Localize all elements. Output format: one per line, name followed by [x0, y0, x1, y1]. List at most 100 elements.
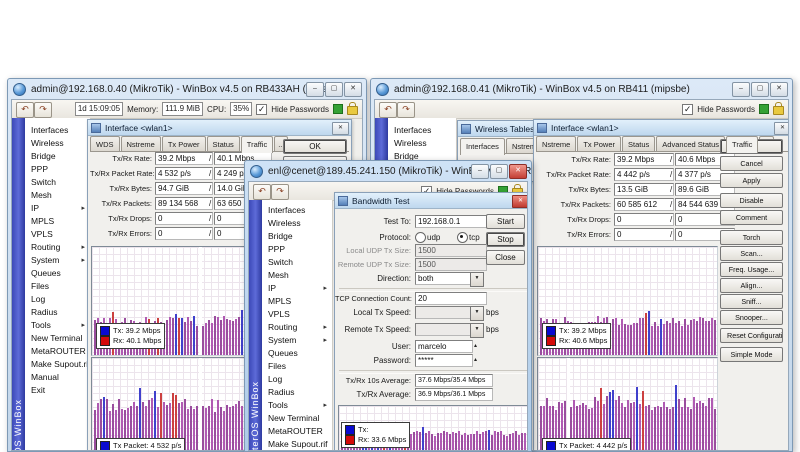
sidebar-item-log[interactable]: Log	[25, 293, 90, 306]
maximize-icon[interactable]: ▢	[325, 82, 343, 97]
sidebar-item-log[interactable]: Log	[262, 373, 332, 386]
sidebar-item-wireless[interactable]: Wireless	[25, 137, 90, 150]
tab-traffic[interactable]: Traffic	[726, 136, 758, 153]
sidebar-item-radius[interactable]: Radius	[25, 306, 90, 319]
cancel-button[interactable]: Cancel	[720, 156, 783, 171]
undo-icon[interactable]: ↶	[16, 102, 34, 118]
minimize-icon[interactable]: –	[306, 82, 324, 97]
torch-button[interactable]: Torch	[720, 230, 783, 245]
undo-icon[interactable]: ↶	[379, 102, 397, 118]
sidebar-item-metarouter[interactable]: MetaROUTER	[262, 425, 332, 438]
stop-button[interactable]: Stop	[486, 232, 525, 247]
sidebar-item-system[interactable]: System▸	[262, 334, 332, 347]
sidebar-item-make-supout-rif[interactable]: Make Supout.rif	[25, 358, 90, 371]
minimize-icon[interactable]: –	[732, 82, 750, 97]
maximize-icon[interactable]: ▢	[751, 82, 769, 97]
sidebar-item-interfaces[interactable]: Interfaces	[262, 204, 332, 217]
sidebar-item-queues[interactable]: Queues	[262, 347, 332, 360]
tab-interfaces[interactable]: Interfaces	[460, 138, 505, 155]
sidebar-item-new-terminal[interactable]: New Terminal	[262, 412, 332, 425]
sidebar-item-tools[interactable]: Tools▸	[25, 319, 90, 332]
close-icon[interactable]: ✕	[344, 82, 362, 97]
sidebar-item-mpls[interactable]: MPLS	[262, 295, 332, 308]
sidebar-item-interfaces[interactable]: Interfaces	[25, 124, 90, 137]
password-spin-icon[interactable]: ▴	[474, 354, 477, 367]
direction-select[interactable]: both	[415, 272, 473, 285]
titlebar[interactable]: admin@192.168.0.41 (MikroTik) - WinBox v…	[371, 79, 792, 99]
sidebar-item-radius[interactable]: Radius	[262, 386, 332, 399]
sidebar-item-interfaces[interactable]: Interfaces	[388, 124, 456, 137]
close-icon[interactable]: ✕	[509, 164, 527, 179]
dialog-titlebar[interactable]: Interface <wlan1>	[534, 120, 789, 136]
sidebar-item-metarouter[interactable]: MetaROUTER	[25, 345, 90, 358]
sidebar-item-mesh[interactable]: Mesh	[262, 269, 332, 282]
apply-button[interactable]: Apply	[720, 173, 783, 188]
undo-icon[interactable]: ↶	[253, 184, 271, 200]
tab-nstreme[interactable]: Nstreme	[121, 136, 161, 151]
tcp-connection-count-input[interactable]: 20	[415, 292, 487, 305]
dialog-titlebar[interactable]: Bandwidth Test	[335, 193, 528, 209]
sidebar-item-ppp[interactable]: PPP	[25, 163, 90, 176]
dialog-close-icon[interactable]: ✕	[774, 122, 789, 135]
tab-tx-power[interactable]: Tx Power	[162, 136, 206, 151]
redo-icon[interactable]: ↷	[271, 184, 289, 200]
dialog-close-icon[interactable]: ✕	[512, 195, 528, 208]
sidebar-item-queues[interactable]: Queues	[25, 267, 90, 280]
sidebar-item-new-terminal[interactable]: New Terminal	[25, 332, 90, 345]
sidebar-item-vpls[interactable]: VPLS	[262, 308, 332, 321]
close-button[interactable]: Close	[486, 250, 525, 265]
hide-passwords-checkbox[interactable]: ✓	[256, 104, 267, 115]
bandwidth-test-dialog[interactable]: Bandwidth Test ✕ Test To: 192.168.0.1 St…	[334, 192, 528, 451]
tab-nstreme[interactable]: Nstreme	[536, 136, 576, 151]
tab-traffic[interactable]: Traffic	[241, 136, 273, 153]
sidebar-item-mesh[interactable]: Mesh	[25, 189, 90, 202]
align--button[interactable]: Align...	[720, 278, 783, 293]
sidebar-item-system[interactable]: System▸	[25, 254, 90, 267]
test-to-input[interactable]: 192.168.0.1	[415, 215, 487, 228]
sidebar-item-switch[interactable]: Switch	[25, 176, 90, 189]
scan--button[interactable]: Scan...	[720, 246, 783, 261]
remote-tx-dropdown-icon[interactable]: ▼	[470, 323, 484, 338]
protocol-udp-radio[interactable]	[415, 232, 426, 243]
tab-status[interactable]: Status	[207, 136, 240, 151]
sidebar-item-ip[interactable]: IP▸	[25, 202, 90, 215]
sidebar-item-routing[interactable]: Routing▸	[25, 241, 90, 254]
dialog-titlebar[interactable]: Interface <wlan1>	[88, 120, 351, 136]
ok-button[interactable]: OK	[283, 139, 347, 154]
sniff--button[interactable]: Sniff...	[720, 294, 783, 309]
sidebar-item-files[interactable]: Files	[262, 360, 332, 373]
local-tx-dropdown-icon[interactable]: ▼	[470, 306, 484, 321]
sidebar-item-vpls[interactable]: VPLS	[25, 228, 90, 241]
comment-button[interactable]: Comment	[720, 210, 783, 225]
sidebar-item-bridge[interactable]: Bridge	[262, 230, 332, 243]
reset-configuration-button[interactable]: Reset Configuration	[720, 328, 783, 343]
close-icon[interactable]: ✕	[770, 82, 788, 97]
sidebar-item-manual[interactable]: Manual	[25, 371, 90, 384]
sidebar-item-files[interactable]: Files	[25, 280, 90, 293]
sidebar-item-make-supout-rif[interactable]: Make Supout.rif	[262, 438, 332, 451]
simple-mode-button[interactable]: Simple Mode	[720, 347, 783, 362]
sidebar-item-ip[interactable]: IP▸	[262, 282, 332, 295]
sidebar-item-routing[interactable]: Routing▸	[262, 321, 332, 334]
interface-wlan1-dialog[interactable]: Interface <wlan1> ✕ NstremeTx PowerStatu…	[533, 119, 789, 451]
password-input[interactable]: *****	[415, 354, 473, 367]
redo-icon[interactable]: ↷	[397, 102, 415, 118]
sidebar-item-bridge[interactable]: Bridge	[25, 150, 90, 163]
tab-advanced-status[interactable]: Advanced Status	[656, 136, 725, 151]
sidebar-item-wireless[interactable]: Wireless	[388, 137, 456, 150]
tab-wds[interactable]: WDS	[90, 136, 120, 151]
sidebar-item-ppp[interactable]: PPP	[262, 243, 332, 256]
freq-usage--button[interactable]: Freq. Usage...	[720, 262, 783, 277]
tab-tx-power[interactable]: Tx Power	[577, 136, 621, 151]
protocol-tcp-radio[interactable]	[457, 232, 468, 243]
sidebar-item-tools[interactable]: Tools▸	[262, 399, 332, 412]
user-input[interactable]: marcelo	[415, 340, 473, 353]
sidebar-item-mpls[interactable]: MPLS	[25, 215, 90, 228]
redo-icon[interactable]: ↷	[34, 102, 52, 118]
sidebar-item-wireless[interactable]: Wireless	[262, 217, 332, 230]
winbox-window-189-45-241-150[interactable]: enl@cenet@189.45.241.150 (MikroTik) - Wi…	[244, 160, 532, 452]
user-spin-icon[interactable]: ▴	[474, 340, 477, 353]
sidebar-item-exit[interactable]: Exit	[25, 384, 90, 397]
tab-status[interactable]: Status	[622, 136, 655, 151]
disable-button[interactable]: Disable	[720, 193, 783, 208]
